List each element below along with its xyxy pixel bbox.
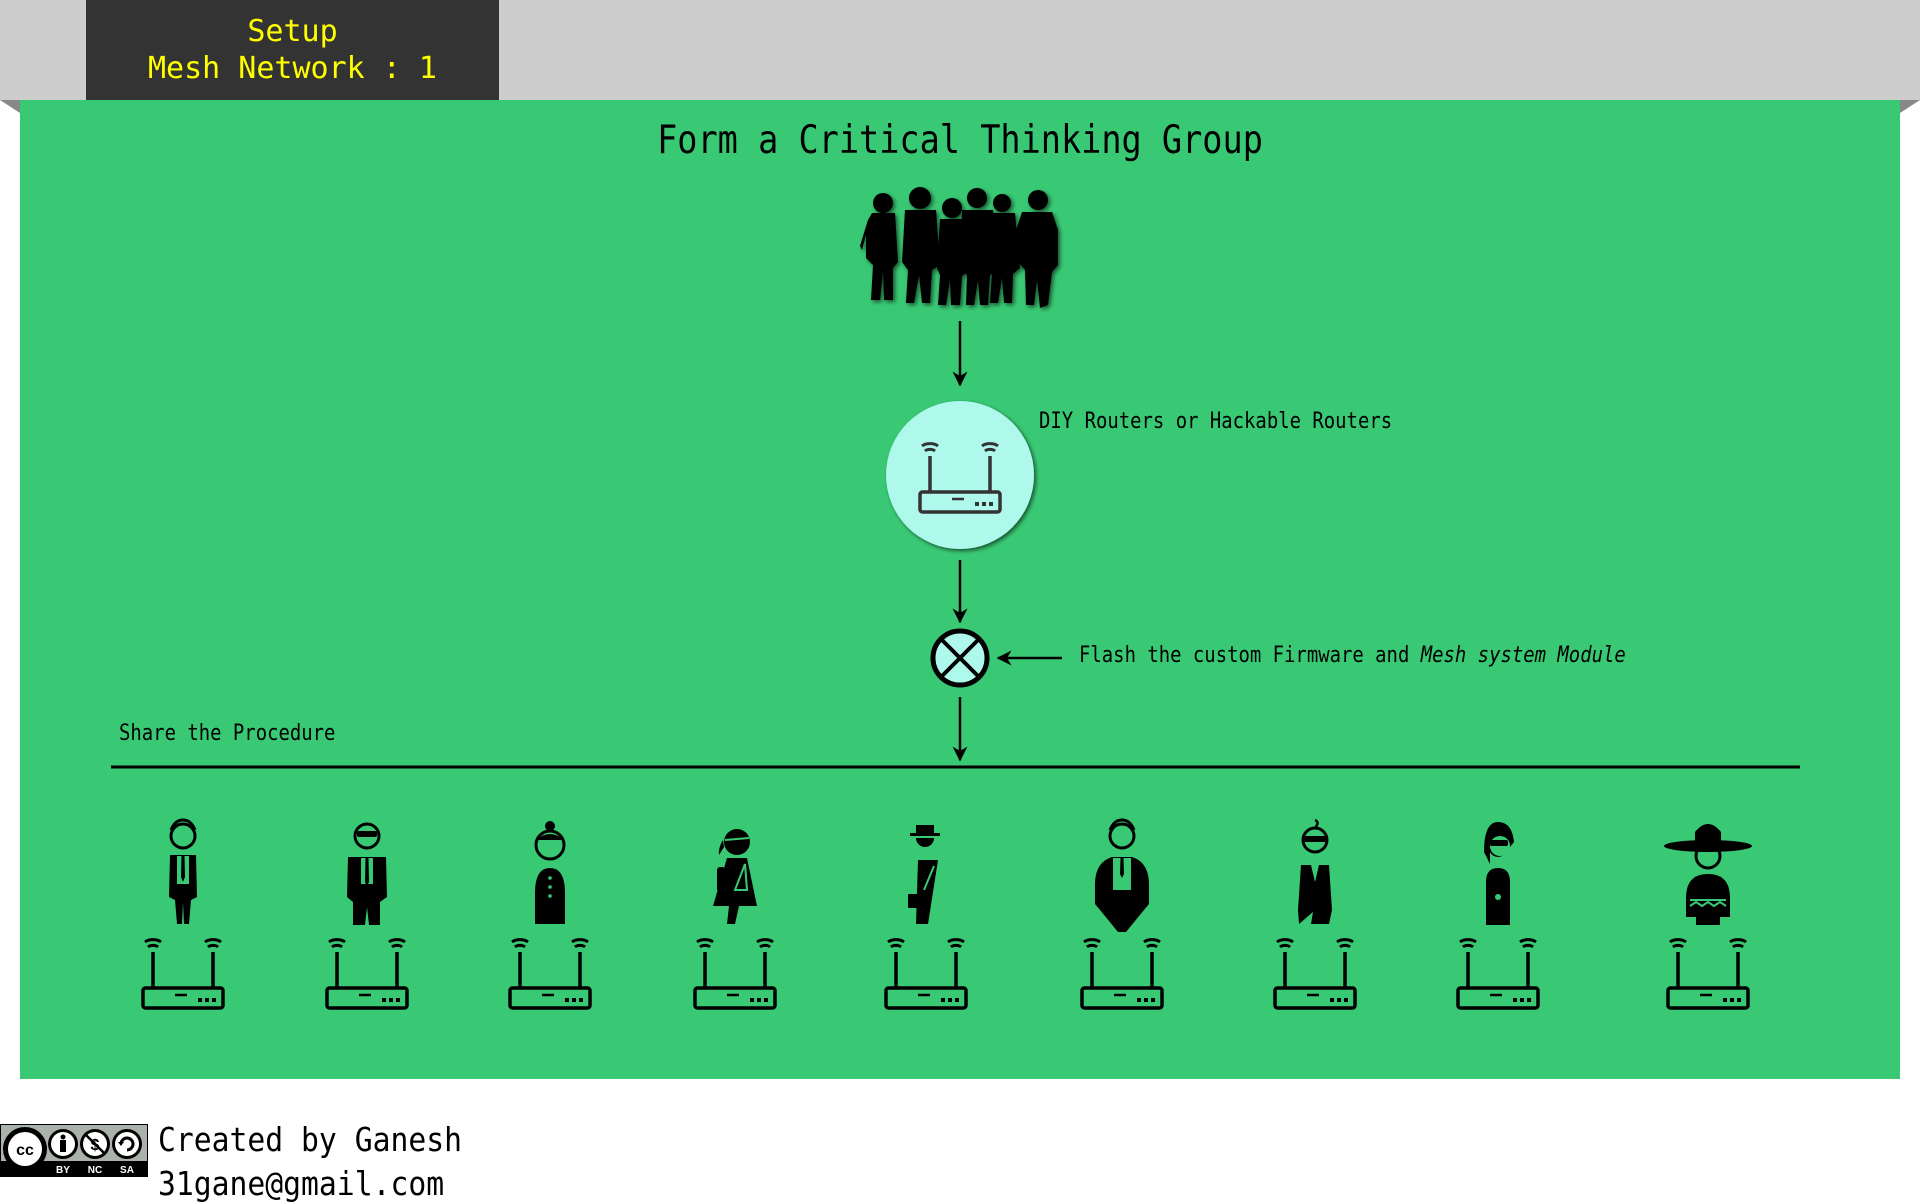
router-icon: [884, 937, 968, 1010]
flash-label-emphasis: Mesh system Module: [1420, 643, 1626, 668]
member-2: [325, 822, 409, 1010]
person-man-sombrero-poncho-icon: [1664, 824, 1752, 925]
share-procedure-label: Share the Procedure: [119, 721, 336, 746]
member-4: [693, 829, 777, 1010]
person-man-sunglasses-jacket-icon: [1298, 818, 1332, 924]
svg-text:cc: cc: [16, 1142, 34, 1159]
router-icon: [141, 937, 225, 1010]
member-1: [141, 818, 225, 1010]
person-man-hat-briefcase-icon: [908, 825, 940, 924]
cc-by-label: BY: [56, 1165, 70, 1176]
email-text: 31gane@gmail.com: [158, 1164, 445, 1203]
member-3: [508, 821, 592, 1010]
router-icon: [1273, 937, 1357, 1010]
cc-nc-label: NC: [88, 1165, 102, 1176]
router-icon: [508, 937, 592, 1010]
member-5: [884, 825, 968, 1010]
cross-circle-icon: [930, 628, 990, 688]
created-by-text: Created by Ganesh: [158, 1120, 462, 1159]
router-icon: [693, 937, 777, 1010]
person-man-tie-icon: [169, 818, 197, 924]
flash-label-text: Flash the custom Firmware and: [1079, 643, 1421, 668]
person-man-sunglasses-suit-icon: [347, 822, 387, 925]
router-icon: [1666, 937, 1750, 1010]
router-icon: [325, 937, 409, 1010]
flash-label: Flash the custom Firmware and Mesh syste…: [1079, 643, 1626, 668]
person-woman-bun-coat-icon: [534, 821, 566, 924]
router-node: [886, 401, 1034, 549]
member-6: [1080, 818, 1164, 1010]
diagram-canvas: [111, 187, 1800, 1010]
member-7: [1273, 818, 1357, 1010]
person-girl-backpack-icon: [713, 829, 757, 924]
cc-by-nc-sa-icon: cc $ BY NC SA: [0, 1124, 148, 1177]
cc-sa-label: SA: [120, 1165, 134, 1176]
router-icon: [1080, 937, 1164, 1010]
member-9: [1664, 824, 1752, 1010]
group-silhouette-icon: [860, 187, 1058, 308]
person-man-big-suit-icon: [1095, 818, 1149, 932]
member-8: [1456, 822, 1540, 1010]
router-icon: [1456, 937, 1540, 1010]
person-woman-sunglasses-dress-icon: [1484, 822, 1514, 925]
router-label: DIY Routers or Hackable Routers: [1039, 409, 1393, 434]
